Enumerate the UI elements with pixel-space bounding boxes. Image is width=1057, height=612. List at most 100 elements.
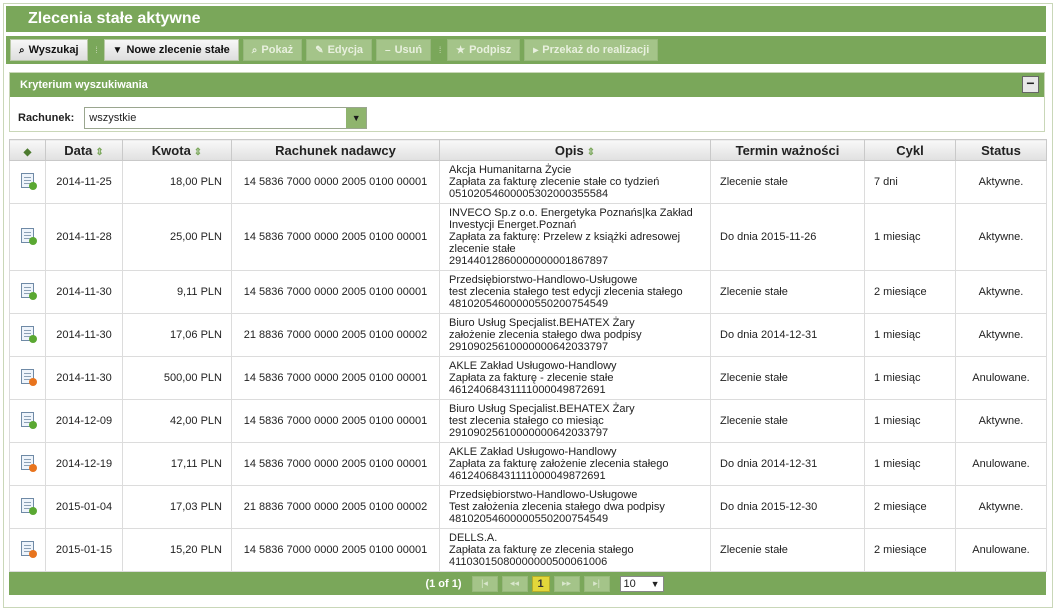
new-standing-order-button[interactable]: ▼ Nowe zlecenie stałe bbox=[103, 39, 239, 61]
chevron-down-icon: ▼ bbox=[650, 578, 660, 589]
first-page-button[interactable]: |◂ bbox=[471, 575, 498, 592]
prev-page-button[interactable]: ◂◂ bbox=[501, 575, 528, 592]
description-line: 48102054600000550200754549 bbox=[449, 513, 609, 525]
table-row[interactable]: 2015-01-15 15,20 PLN 14 5836 7000 0000 200… bbox=[9, 528, 1047, 572]
row-status-icon-cell bbox=[9, 399, 46, 443]
document-active-icon bbox=[21, 326, 37, 343]
sign-button[interactable]: ★ Podpisz bbox=[447, 39, 521, 61]
current-page-button[interactable]: 1 bbox=[531, 575, 550, 592]
show-button[interactable]: ⌕ Pokaż bbox=[242, 39, 303, 61]
cell-status: Aktywne. bbox=[955, 270, 1047, 314]
page-info: (1 of 1) bbox=[425, 577, 462, 590]
description-line: Zapłata za fakturę ze zlecenia stałego bbox=[449, 544, 634, 556]
cell-description: DELLS.A. Zapłata za fakturę ze zlecenia s… bbox=[439, 528, 711, 572]
cell-sender-account: 14 5836 7000 0000 2005 0100 00001 bbox=[231, 399, 440, 443]
cell-description: INVECO Sp.z o.o. Energetyka Poznańs|ka Z… bbox=[439, 203, 711, 271]
dropdown-arrow-icon: ▼ bbox=[112, 44, 123, 56]
column-header-validity-label: Termin ważności bbox=[735, 142, 840, 158]
cell-cycle: 2 miesiące bbox=[864, 485, 956, 529]
chevron-down-icon[interactable]: ▼ bbox=[346, 108, 367, 128]
search-button-label: Wyszukaj bbox=[28, 44, 79, 56]
description-line: 46124068431111000049872691 bbox=[449, 384, 606, 396]
column-header-sender-account-label: Rachunek nadawcy bbox=[275, 142, 396, 158]
search-button[interactable]: ⌕ Wyszukaj bbox=[10, 39, 88, 61]
tag-icon: ◆ bbox=[23, 146, 32, 158]
sort-icon[interactable]: ⇕ bbox=[95, 147, 103, 158]
column-header-amount[interactable]: Kwota ⇕ bbox=[122, 139, 232, 161]
cell-status: Anulowane. bbox=[955, 442, 1047, 486]
description-line: Zapłata za fakturę - zlecenie stałe bbox=[449, 372, 614, 384]
status-mark bbox=[29, 464, 37, 472]
cell-sender-account: 21 8836 7000 0000 2005 0100 00002 bbox=[231, 485, 440, 529]
description-line: DELLS.A. bbox=[449, 532, 498, 544]
cell-status: Aktywne. bbox=[955, 485, 1047, 529]
cell-validity: Zlecenie stałe bbox=[710, 160, 865, 204]
table-row[interactable]: 2014-11-28 25,00 PLN 14 5836 7000 0000 200… bbox=[9, 203, 1047, 271]
edit-button[interactable]: ✎ Edycja bbox=[306, 39, 373, 61]
column-header-validity: Termin ważności bbox=[710, 139, 865, 161]
status-mark bbox=[29, 421, 37, 429]
pencil-icon: ✎ bbox=[315, 44, 324, 56]
cell-amount: 9,11 PLN bbox=[122, 270, 232, 314]
status-mark bbox=[29, 335, 37, 343]
last-page-button[interactable]: ▸| bbox=[583, 575, 610, 592]
cell-validity: Zlecenie stałe bbox=[710, 356, 865, 400]
cell-cycle: 7 dni bbox=[864, 160, 956, 204]
document-active-icon bbox=[21, 173, 37, 190]
submit-for-execution-button[interactable]: ▸ Przekaż do realizacji bbox=[524, 39, 659, 61]
table-row[interactable]: 2014-12-19 17,11 PLN 14 5836 7000 0000 200… bbox=[9, 442, 1047, 486]
table-row[interactable]: 2014-11-25 18,00 PLN 14 5836 7000 0000 200… bbox=[9, 160, 1047, 204]
cell-date: 2014-11-28 bbox=[45, 203, 123, 271]
cell-cycle: 1 miesiąc bbox=[864, 313, 956, 357]
table-row[interactable]: 2014-11-30 9,11 PLN 14 5836 7000 0000 2005… bbox=[9, 270, 1047, 314]
cell-amount: 17,06 PLN bbox=[122, 313, 232, 357]
cell-status: Anulowane. bbox=[955, 356, 1047, 400]
cell-cycle: 1 miesiąc bbox=[864, 442, 956, 486]
cell-status: Aktywne. bbox=[955, 203, 1047, 271]
show-button-label: Pokaż bbox=[261, 44, 294, 56]
cell-sender-account: 14 5836 7000 0000 2005 0100 00001 bbox=[231, 270, 440, 314]
description-line: Biuro Usług Specjalist.BEHATEX Żary bbox=[449, 317, 635, 329]
column-header-date[interactable]: Data ⇕ bbox=[45, 139, 123, 161]
delete-button[interactable]: – Usuń bbox=[376, 39, 432, 61]
status-mark bbox=[29, 378, 37, 386]
toolbar: ⌕ Wyszukaj ⁞ ▼ Nowe zlecenie stałe ⌕ Pok… bbox=[6, 36, 1046, 64]
document-cancelled-icon bbox=[21, 455, 37, 472]
row-status-icon-cell bbox=[9, 270, 46, 314]
cell-status: Aktywne. bbox=[955, 399, 1047, 443]
description-line: INVECO Sp.z o.o. Energetyka Poznańs|ka Z… bbox=[449, 207, 693, 219]
table-row[interactable]: 2014-12-09 42,00 PLN 14 5836 7000 0000 200… bbox=[9, 399, 1047, 443]
description-line: 48102054600000550200754549 bbox=[449, 298, 609, 310]
cell-validity: Zlecenie stałe bbox=[710, 528, 865, 572]
column-header-sender-account: Rachunek nadawcy bbox=[231, 139, 440, 161]
status-mark bbox=[29, 507, 37, 515]
description-line: 29109025610000000642033797 bbox=[449, 427, 609, 439]
cell-amount: 17,03 PLN bbox=[122, 485, 232, 529]
column-header-description[interactable]: Opis ⇕ bbox=[439, 139, 711, 161]
cell-cycle: 1 miesiąc bbox=[864, 356, 956, 400]
cell-date: 2014-11-30 bbox=[45, 356, 123, 400]
cell-date: 2014-11-25 bbox=[45, 160, 123, 204]
collapse-panel-button[interactable]: − bbox=[1022, 76, 1039, 93]
row-status-icon-cell bbox=[9, 203, 46, 271]
account-filter-select[interactable]: wszystkie ▼ bbox=[84, 107, 368, 129]
page-size-select[interactable]: 10 ▼ bbox=[619, 575, 664, 592]
table-row[interactable]: 2015-01-04 17,03 PLN 21 8836 7000 0000 200… bbox=[9, 485, 1047, 529]
table-row[interactable]: 2014-11-30 500,00 PLN 14 5836 7000 0000 20… bbox=[9, 356, 1047, 400]
search-criteria-body: Rachunek: wszystkie ▼ bbox=[10, 97, 1044, 129]
cell-cycle: 2 miesiące bbox=[864, 528, 956, 572]
sort-icon[interactable]: ⇕ bbox=[194, 147, 202, 158]
document-active-icon bbox=[21, 283, 37, 300]
cell-validity: Do dnia 2014-12-31 bbox=[710, 313, 865, 357]
pagination-bar: (1 of 1) |◂ ◂◂ 1 ▸▸ ▸| 10 ▼ bbox=[9, 572, 1046, 595]
sort-icon[interactable]: ⇕ bbox=[587, 147, 595, 158]
document-cancelled-icon bbox=[21, 369, 37, 386]
row-status-icon-cell bbox=[9, 485, 46, 529]
description-line: 29109025610000000642033797 bbox=[449, 341, 609, 353]
table-row[interactable]: 2014-11-30 17,06 PLN 21 8836 7000 0000 200… bbox=[9, 313, 1047, 357]
next-page-button[interactable]: ▸▸ bbox=[553, 575, 580, 592]
description-line: 46124068431111000049872691 bbox=[449, 470, 606, 482]
cell-amount: 17,11 PLN bbox=[122, 442, 232, 486]
column-header-cycle-label: Cykl bbox=[896, 142, 924, 158]
description-line: założenie zlecenia stałego dwa podpisy bbox=[449, 329, 642, 341]
